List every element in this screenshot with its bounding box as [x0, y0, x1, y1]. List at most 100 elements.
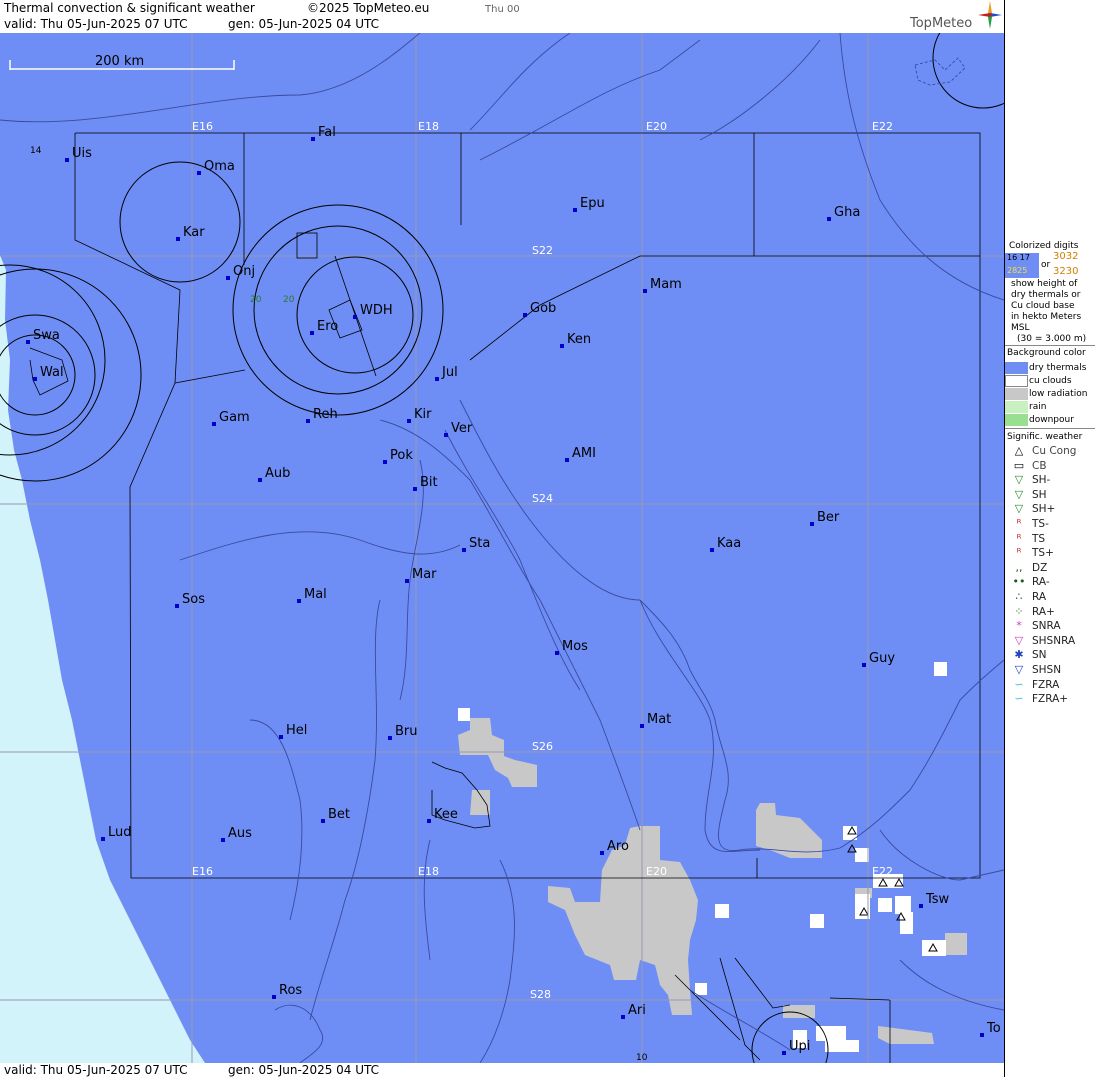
city-label: Gob — [530, 301, 556, 316]
legend-desc-line: show height of — [1011, 279, 1078, 289]
city-label: Sta — [469, 536, 490, 551]
city-label: Fal — [318, 125, 336, 140]
city-label: Wal — [40, 365, 64, 380]
city-dot — [353, 315, 357, 319]
city-dot — [980, 1033, 984, 1037]
city-dot — [226, 276, 230, 280]
legend-wx-label: RA+ — [1032, 605, 1055, 618]
city-dot — [258, 478, 262, 482]
compass-logo-icon — [978, 1, 1002, 29]
city-label: WDH — [360, 303, 393, 318]
legend-bg-title: Background color — [1007, 348, 1086, 358]
city-label: Mal — [304, 587, 327, 602]
city-dot — [311, 137, 315, 141]
city-label: Ver — [451, 421, 473, 436]
city-label: Sos — [182, 592, 205, 607]
legend-wx-label: TS- — [1032, 518, 1049, 530]
city-dot — [600, 851, 604, 855]
legend-wx-symbol-icon: ▽ — [1014, 633, 1024, 647]
city-dot — [212, 422, 216, 426]
legend-wx-label: SH- — [1032, 474, 1051, 487]
legend-wx-symbol-icon: ᴿ — [1016, 546, 1022, 560]
grid-label-e22-top: E22 — [872, 120, 893, 133]
city-dot — [383, 460, 387, 464]
city-dot — [175, 604, 179, 608]
legend-wx-label: CB — [1032, 459, 1047, 472]
weather-map[interactable]: 200 km E16 E18 E20 E22 S22 S24 S26 S28 E… — [0, 33, 1004, 1063]
legend-digits-c: 2825 — [1007, 266, 1028, 275]
legend-wx-symbol-icon: ∽ — [1014, 677, 1024, 691]
legend-wx-label: DZ — [1032, 561, 1048, 574]
city-label: Bit — [420, 475, 438, 490]
city-label: Epu — [580, 196, 605, 211]
city-label: Ber — [817, 510, 840, 525]
legend-wx-symbol-icon: ᴿ — [1016, 517, 1022, 530]
city-label: Kaa — [717, 536, 741, 551]
legend-wx-label: SNRA — [1032, 620, 1061, 633]
city-dot — [310, 331, 314, 335]
legend-digits-d: 3230 — [1053, 266, 1079, 277]
city-label: To — [986, 1021, 1001, 1036]
city-dot — [407, 419, 411, 423]
city-label: Gam — [219, 410, 250, 425]
legend-bg-swatch — [1005, 388, 1028, 400]
legend-wx-symbol-icon: ▽ — [1014, 487, 1024, 501]
legend-wx-label: SHSNRA — [1032, 634, 1076, 647]
map-title: Thermal convection & significant weather — [4, 1, 255, 15]
legend-wx-label: TS+ — [1032, 547, 1054, 560]
grid-label-s26: S26 — [532, 740, 553, 753]
legend-bg-label: low radiation — [1029, 389, 1088, 399]
city-label: Hel — [286, 723, 307, 738]
city-dot — [65, 158, 69, 162]
legend-wx-label: FZRA+ — [1032, 693, 1069, 706]
valid-time: valid: Thu 05-Jun-2025 07 UTC — [4, 17, 188, 31]
city-dot — [435, 377, 439, 381]
grid-label-e16-bottom: E16 — [192, 865, 213, 878]
legend-wx-symbol-icon: ⁘ — [1014, 604, 1024, 618]
city-label: Aus — [228, 826, 252, 841]
legend-wx-title: Signific. weather — [1007, 432, 1083, 442]
grid-label-e18-top: E18 — [418, 120, 439, 133]
legend-wx-label: FZRA — [1032, 678, 1060, 691]
city-dot — [919, 904, 923, 908]
grid-label-e16-top: E16 — [192, 120, 213, 133]
legend-wx-symbol-icon: ∽ — [1014, 692, 1024, 706]
city-label: Kir — [414, 407, 432, 422]
city-label: Swa — [33, 328, 60, 343]
city-dot — [782, 1051, 786, 1055]
legend-wx-label: RA- — [1032, 576, 1050, 589]
topmeteo-logo: TopMeteo — [910, 16, 973, 31]
city-label: Gha — [834, 205, 860, 220]
city-dot — [810, 522, 814, 526]
legend-bg-label: downpour — [1029, 415, 1074, 425]
city-dot — [555, 651, 559, 655]
city-label: Aro — [607, 839, 629, 854]
city-label: Aub — [265, 466, 290, 481]
legend-wx-symbol-icon: ᴿ — [1016, 531, 1022, 545]
day-indicator: Thu 00 — [485, 4, 520, 15]
legend-wx-label: Cu Cong — [1032, 445, 1077, 457]
city-dot — [523, 313, 527, 317]
legend-bg-label: rain — [1029, 402, 1047, 412]
legend-panel: Colorized digits 16 17 2825 or 3032 3230… — [1004, 0, 1095, 1077]
legend-desc-line: in hekto Meters — [1011, 312, 1082, 322]
legend-bg-label: cu clouds — [1029, 376, 1072, 386]
city-label: AMI — [572, 446, 596, 461]
city-label: Upi — [789, 1039, 810, 1054]
thermal-digit: 10 — [636, 1053, 648, 1063]
thermal-digit: 14 — [30, 146, 42, 156]
legend-wx-symbol-icon: ▭ — [1013, 458, 1025, 472]
scale-bar-label: 200 km — [95, 54, 144, 69]
city-dot — [827, 217, 831, 221]
city-dot — [279, 735, 283, 739]
grid-label-e20-bottom: E20 — [646, 865, 667, 878]
legend-digits-description: show height of dry thermals or Cu cloud … — [1011, 279, 1086, 345]
city-label: Jul — [441, 365, 458, 380]
legend-wx-symbol-icon: ▽ — [1014, 473, 1024, 487]
city-dot — [221, 838, 225, 842]
generated-time: gen: 05-Jun-2025 04 UTC — [228, 17, 380, 31]
city-label: Mos — [562, 639, 588, 654]
city-dot — [643, 289, 647, 293]
city-dot — [560, 344, 564, 348]
legend-wx-symbol-icon: △ — [1014, 444, 1024, 457]
